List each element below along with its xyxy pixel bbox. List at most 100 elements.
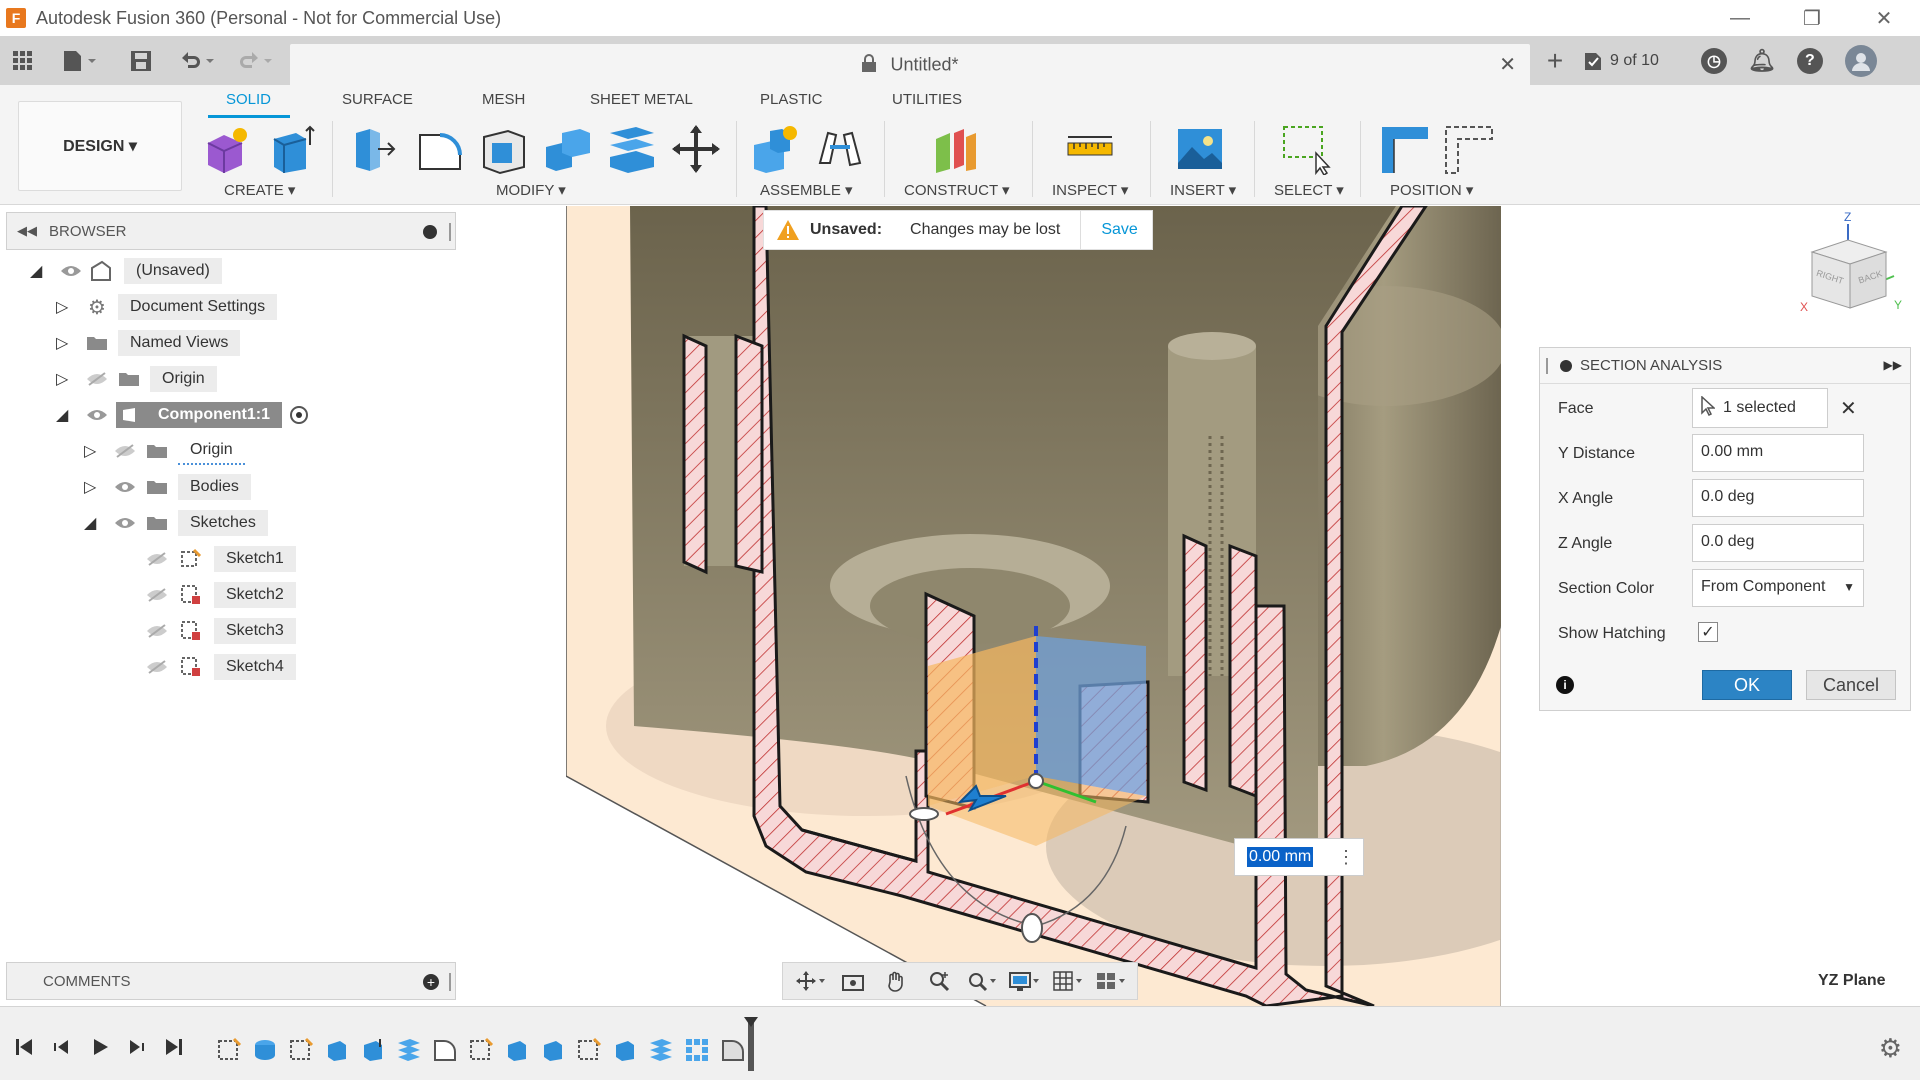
capture-position-icon[interactable] bbox=[1380, 123, 1432, 175]
save-icon[interactable] bbox=[130, 46, 152, 76]
tree-item-origin[interactable]: ▷ Origin bbox=[56, 364, 217, 394]
browser-resize-handle[interactable] bbox=[449, 223, 453, 241]
comments-panel-header[interactable]: COMMENTS + bbox=[6, 962, 456, 1000]
new-assembly-component-icon[interactable] bbox=[750, 123, 802, 175]
collapsed-triangle-icon[interactable]: ▷ bbox=[84, 441, 102, 461]
step-forward-icon[interactable] bbox=[124, 1035, 148, 1059]
tab-solid[interactable]: SOLID bbox=[226, 91, 271, 108]
tree-root[interactable]: ◢ (Unsaved) bbox=[30, 256, 222, 286]
inspect-menu[interactable]: INSPECT ▾ bbox=[1052, 181, 1128, 199]
viewports-icon[interactable] bbox=[1094, 967, 1126, 995]
tree-item-sketch3[interactable]: Sketch3 bbox=[140, 616, 296, 646]
job-status[interactable]: 9 of 10 bbox=[1582, 50, 1659, 72]
timeline-extrude-icon[interactable] bbox=[612, 1037, 638, 1063]
timeline-offset-faces-icon[interactable] bbox=[648, 1037, 674, 1063]
timeline-sketch-icon[interactable] bbox=[468, 1037, 494, 1063]
play-icon[interactable] bbox=[88, 1035, 112, 1059]
extrude-icon[interactable] bbox=[266, 123, 318, 175]
tab-surface[interactable]: SURFACE bbox=[342, 91, 413, 108]
modify-menu[interactable]: MODIFY ▾ bbox=[496, 181, 566, 199]
distance-input-value[interactable]: 0.00 mm bbox=[1247, 847, 1313, 867]
create-menu[interactable]: CREATE ▾ bbox=[224, 181, 295, 199]
close-tab-button[interactable]: ✕ bbox=[1499, 52, 1516, 77]
timeline-extrude-icon[interactable] bbox=[252, 1037, 278, 1063]
timeline-sketch-icon[interactable] bbox=[288, 1037, 314, 1063]
timeline-sketch-icon[interactable] bbox=[216, 1037, 242, 1063]
grid-settings-icon[interactable] bbox=[1051, 967, 1083, 995]
timeline-offset-faces-icon[interactable] bbox=[396, 1037, 422, 1063]
notifications-bell-icon[interactable]: 🔔︎ bbox=[1749, 48, 1775, 74]
z-angle-input[interactable]: 0.0 deg bbox=[1692, 524, 1864, 562]
visibility-eye-icon[interactable] bbox=[58, 262, 84, 280]
tree-item-component[interactable]: ◢ Component1:1 bbox=[56, 400, 308, 430]
close-window-button[interactable]: ✕ bbox=[1848, 0, 1920, 36]
hidden-eye-icon[interactable] bbox=[144, 622, 170, 640]
orbit-icon[interactable] bbox=[794, 967, 826, 995]
offset-plane-icon[interactable] bbox=[930, 123, 982, 175]
banner-save-link[interactable]: Save bbox=[1101, 221, 1137, 239]
user-avatar[interactable] bbox=[1845, 45, 1877, 77]
visibility-eye-icon[interactable] bbox=[112, 514, 138, 532]
collapsed-triangle-icon[interactable]: ▷ bbox=[84, 477, 102, 497]
history-clock-icon[interactable]: ◷ bbox=[1701, 48, 1727, 74]
collapsed-triangle-icon[interactable]: ▷ bbox=[56, 333, 74, 353]
insert-menu[interactable]: INSERT ▾ bbox=[1170, 181, 1236, 199]
press-pull-icon[interactable] bbox=[350, 123, 402, 175]
collapsed-triangle-icon[interactable]: ▷ bbox=[56, 369, 74, 389]
timeline-extrude-icon[interactable] bbox=[324, 1037, 350, 1063]
undo-icon[interactable] bbox=[178, 46, 218, 76]
measure-icon[interactable] bbox=[1064, 123, 1116, 175]
timeline-fillet-icon[interactable] bbox=[720, 1037, 746, 1063]
section-analysis-header[interactable]: SECTION ANALYSIS ▶▶ bbox=[1540, 348, 1910, 384]
tree-item-document-settings[interactable]: ▷ ⚙ Document Settings bbox=[56, 292, 277, 322]
assemble-menu[interactable]: ASSEMBLE ▾ bbox=[760, 181, 853, 199]
distance-input-box[interactable]: 0.00 mm ⋮ bbox=[1234, 838, 1364, 876]
timeline-pattern-icon[interactable] bbox=[684, 1037, 710, 1063]
info-icon[interactable]: i bbox=[1556, 676, 1574, 694]
go-to-start-icon[interactable] bbox=[12, 1035, 36, 1059]
hidden-eye-icon[interactable] bbox=[144, 658, 170, 676]
tab-mesh[interactable]: MESH bbox=[482, 91, 525, 108]
zoom-icon[interactable] bbox=[923, 967, 955, 995]
tree-item-sketch4[interactable]: Sketch4 bbox=[140, 652, 296, 682]
redo-icon[interactable] bbox=[236, 46, 276, 76]
add-comment-icon[interactable]: + bbox=[423, 974, 439, 990]
collapsed-triangle-icon[interactable]: ▷ bbox=[56, 297, 74, 317]
help-icon[interactable]: ? bbox=[1797, 48, 1823, 74]
expanded-triangle-icon[interactable]: ◢ bbox=[84, 513, 102, 533]
document-tab[interactable]: Untitled* ✕ bbox=[290, 44, 1530, 85]
pan-hand-icon[interactable] bbox=[880, 967, 912, 995]
apps-grid-icon[interactable] bbox=[12, 46, 34, 76]
display-settings-icon[interactable] bbox=[1008, 967, 1040, 995]
timeline-settings-icon[interactable]: ⚙ bbox=[1879, 1033, 1902, 1064]
workspace-switcher[interactable]: DESIGN ▾ bbox=[18, 101, 182, 191]
canvas-viewport[interactable]: 0.00 mm ⋮ bbox=[566, 206, 1501, 1006]
tree-item-sketch1[interactable]: Sketch1 bbox=[140, 544, 296, 574]
section-color-select[interactable]: From Component ▼ bbox=[1692, 569, 1864, 607]
expanded-triangle-icon[interactable]: ◢ bbox=[56, 405, 74, 425]
visibility-eye-icon[interactable] bbox=[84, 406, 110, 424]
shell-icon[interactable] bbox=[478, 123, 530, 175]
tree-item-bodies[interactable]: ▷ Bodies bbox=[84, 472, 251, 502]
timeline-marker[interactable] bbox=[748, 1019, 754, 1071]
offset-faces-icon[interactable] bbox=[606, 123, 658, 175]
joint-icon[interactable] bbox=[814, 123, 866, 175]
viewcube[interactable]: Z X Y RIGHT BACK bbox=[1800, 218, 1900, 328]
hidden-eye-icon[interactable] bbox=[84, 370, 110, 388]
fillet-icon[interactable] bbox=[414, 123, 466, 175]
revert-position-icon[interactable] bbox=[1444, 123, 1496, 175]
browser-panel-header[interactable]: ◀◀ BROWSER bbox=[6, 212, 456, 250]
hidden-eye-icon[interactable] bbox=[144, 586, 170, 604]
face-selection-button[interactable]: 1 selected bbox=[1692, 388, 1828, 428]
hidden-eye-icon[interactable] bbox=[112, 442, 138, 460]
hidden-eye-icon[interactable] bbox=[144, 550, 170, 568]
ok-button[interactable]: OK bbox=[1702, 670, 1792, 700]
fit-zoom-icon[interactable] bbox=[965, 967, 997, 995]
look-at-icon[interactable] bbox=[837, 967, 869, 995]
timeline-fillet-icon[interactable] bbox=[432, 1037, 458, 1063]
tab-utilities[interactable]: UTILITIES bbox=[892, 91, 962, 108]
tab-sheet-metal[interactable]: SHEET METAL bbox=[590, 91, 693, 108]
tree-item-named-views[interactable]: ▷ Named Views bbox=[56, 328, 240, 358]
position-menu[interactable]: POSITION ▾ bbox=[1390, 181, 1473, 199]
x-angle-input[interactable]: 0.0 deg bbox=[1692, 479, 1864, 517]
